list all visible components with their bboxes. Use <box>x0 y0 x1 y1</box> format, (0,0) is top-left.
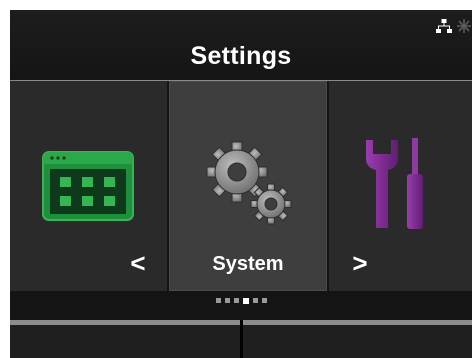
app-window-icon <box>42 151 134 221</box>
selected-menu-label: System <box>212 253 284 275</box>
page-dot <box>215 298 221 303</box>
page-indicator <box>10 297 472 304</box>
menu-carousel: < System > <box>10 81 472 291</box>
network-icon <box>436 19 452 33</box>
signal-icon <box>457 19 471 33</box>
menu-tile-system[interactable]: System <box>169 81 327 291</box>
printer-screen: Settings < System > <box>10 10 472 358</box>
page-dot <box>233 298 239 303</box>
tools-icon <box>366 138 423 229</box>
right-softkey[interactable] <box>243 320 472 358</box>
page-dot <box>261 298 267 303</box>
page-dot-active <box>242 297 249 304</box>
page-title: Settings <box>190 42 292 70</box>
page-dot <box>252 298 258 303</box>
status-icons <box>436 18 472 34</box>
page-dot <box>224 298 230 303</box>
header: Settings <box>10 10 472 80</box>
menu-tile-previous[interactable]: < <box>10 81 167 291</box>
menu-tile-next[interactable]: > <box>329 81 472 291</box>
gears-icon <box>206 141 292 225</box>
previous-arrow[interactable]: < <box>126 249 150 277</box>
softkey-bar <box>10 320 472 358</box>
next-arrow[interactable]: > <box>348 249 372 277</box>
left-softkey[interactable] <box>10 320 240 358</box>
